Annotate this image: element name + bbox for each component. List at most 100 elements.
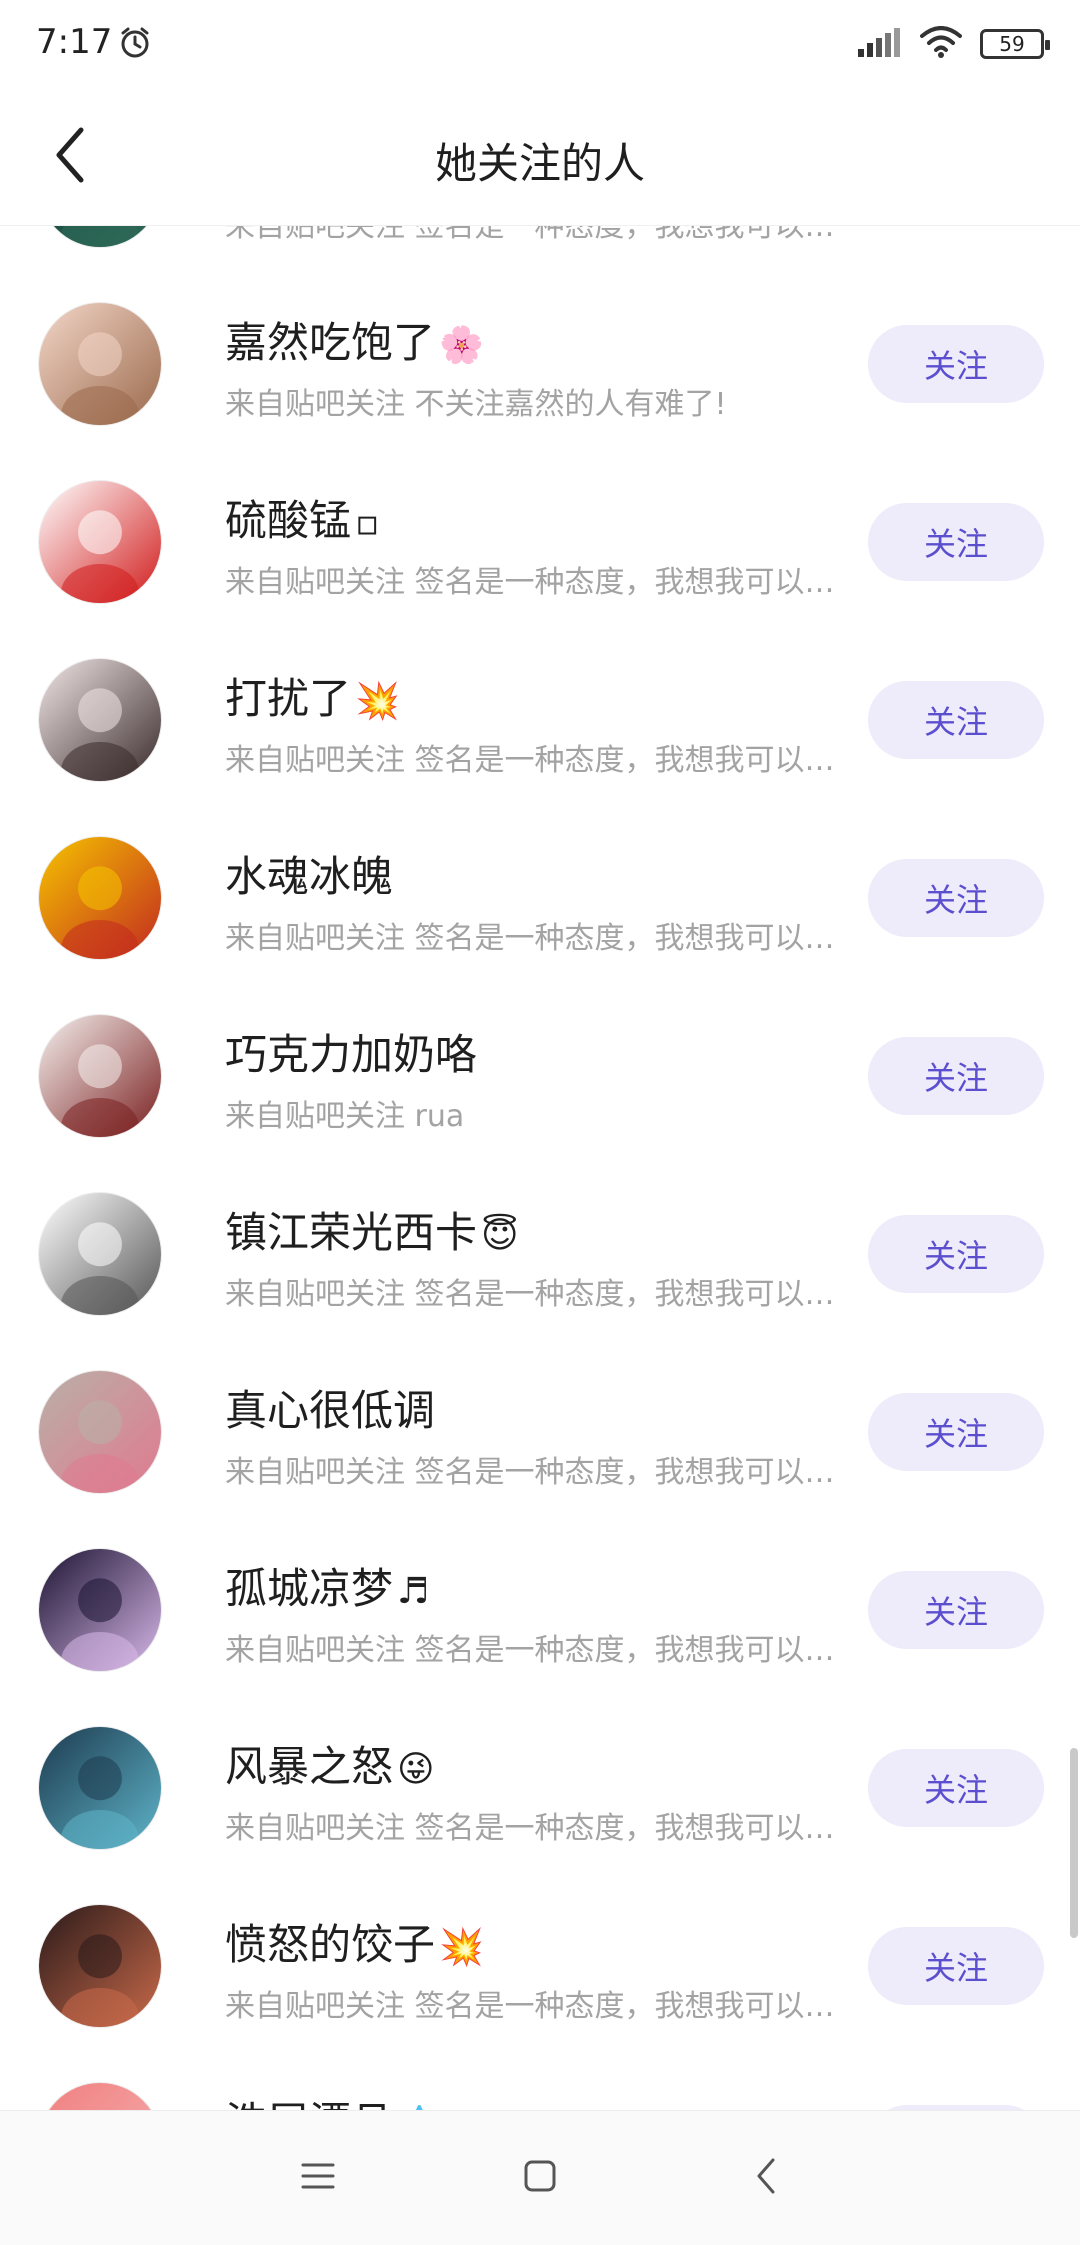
avatar[interactable] bbox=[38, 1726, 162, 1850]
user-description: 来自贴吧关注 签名是一种态度，我想我可以… bbox=[225, 1989, 835, 2024]
user-name[interactable]: 孤城凉梦 ♬ bbox=[225, 1555, 429, 1616]
avatar[interactable] bbox=[38, 480, 162, 604]
status-time: 7:17 bbox=[36, 22, 113, 62]
avatar[interactable] bbox=[38, 2082, 162, 2110]
alarm-icon bbox=[118, 26, 152, 64]
user-name-emoji: 🌸 bbox=[439, 325, 484, 366]
avatar[interactable] bbox=[38, 658, 162, 782]
user-name-text: 愤怒的饺子 bbox=[225, 1920, 436, 1969]
back-icon bbox=[757, 2158, 775, 2194]
follow-button[interactable]: 关注 bbox=[868, 1571, 1044, 1649]
user-name[interactable]: 浩尾漂旦💧 bbox=[225, 2089, 442, 2110]
user-name-emoji: 💥 bbox=[355, 681, 400, 722]
scrollbar[interactable] bbox=[1070, 1748, 1078, 1938]
follow-button[interactable]: 关注 bbox=[868, 1927, 1044, 2005]
user-name-text: 水魂冰魄 bbox=[225, 852, 394, 901]
avatar-image bbox=[39, 225, 161, 247]
avatar-image bbox=[39, 1015, 161, 1137]
list-item[interactable]: 孤城凉梦 ♬ 来自贴吧关注 签名是一种态度，我想我可以… 关注 bbox=[0, 1521, 1080, 1699]
follow-button[interactable]: 关注 bbox=[868, 1037, 1044, 1115]
follow-button[interactable]: 关注 bbox=[868, 859, 1044, 937]
avatar[interactable] bbox=[38, 1548, 162, 1672]
avatar[interactable] bbox=[38, 225, 162, 248]
user-list: 来自贴吧关注 签名是一种态度，我想我可以…关注嘉然吃饱了🌸来自贴吧关注 不关注嘉… bbox=[0, 225, 1080, 2110]
user-name[interactable]: 真心很低调 bbox=[225, 1377, 439, 1438]
user-description: 来自贴吧关注 签名是一种态度，我想我可以… bbox=[225, 1811, 835, 1846]
user-name[interactable]: 镇江荣光西卡 😇 bbox=[225, 1199, 519, 1260]
follow-button[interactable]: 关注 bbox=[868, 325, 1044, 403]
status-bar: 7:17 59 bbox=[0, 0, 1080, 90]
avatar-image bbox=[39, 1727, 161, 1849]
avatar-image bbox=[39, 2083, 161, 2110]
user-name-emoji: 💥 bbox=[439, 1927, 484, 1968]
list-item[interactable]: 风暴之怒 😜 来自贴吧关注 签名是一种态度，我想我可以… 关注 bbox=[0, 1699, 1080, 1877]
page-title: 她关注的人 bbox=[434, 139, 645, 188]
system-nav-bar bbox=[0, 2110, 1080, 2245]
avatar[interactable] bbox=[38, 1370, 162, 1494]
user-name-text: 打扰了 bbox=[225, 674, 352, 723]
user-description: 来自贴吧关注 签名是一种态度，我想我可以… bbox=[225, 1455, 835, 1490]
user-name-text: 巧克力加奶咯 bbox=[225, 1030, 478, 1079]
user-description: 来自贴吧关注 不关注嘉然的人有难了! bbox=[225, 387, 727, 422]
header: 她关注的人 bbox=[0, 90, 1080, 226]
battery-indicator: 59 bbox=[980, 29, 1050, 59]
list-item[interactable]: 愤怒的饺子 💥 来自贴吧关注 签名是一种态度，我想我可以… 关注 bbox=[0, 1877, 1080, 2055]
avatar-image bbox=[39, 1905, 161, 2027]
user-name-text: 风暴之怒 bbox=[225, 1742, 394, 1791]
list-item[interactable]: 硫酸锰 ▫ 来自贴吧关注 签名是一种态度，我想我可以… 关注 bbox=[0, 453, 1080, 631]
user-name[interactable]: 嘉然吃饱了 🌸 bbox=[225, 309, 484, 370]
avatar[interactable] bbox=[38, 1014, 162, 1138]
follow-button[interactable]: 关注 bbox=[868, 503, 1044, 581]
avatar-image bbox=[39, 1371, 161, 1493]
user-name-text: 嘉然吃饱了 bbox=[225, 318, 436, 367]
list-item[interactable]: 巧克力加奶咯来自贴吧关注 rua 关注 bbox=[0, 987, 1080, 1165]
user-name-emoji: ▫ bbox=[355, 503, 380, 544]
follow-button[interactable]: 关注 bbox=[868, 1393, 1044, 1471]
user-description: 来自贴吧关注 签名是一种态度，我想我可以… bbox=[225, 225, 835, 244]
nav-back-button[interactable] bbox=[726, 2141, 806, 2211]
user-list-viewport[interactable]: 来自贴吧关注 签名是一种态度，我想我可以…关注嘉然吃饱了🌸来自贴吧关注 不关注嘉… bbox=[0, 225, 1080, 2110]
user-description: 来自贴吧关注 rua bbox=[225, 1099, 465, 1134]
avatar-image bbox=[39, 1193, 161, 1315]
home-button[interactable] bbox=[500, 2141, 580, 2211]
avatar-image bbox=[39, 837, 161, 959]
avatar[interactable] bbox=[38, 836, 162, 960]
list-item[interactable]: 来自贴吧关注 签名是一种态度，我想我可以…关注 bbox=[0, 225, 1080, 275]
signal-icon bbox=[858, 27, 902, 61]
user-name-emoji: 😜 bbox=[397, 1749, 435, 1790]
menu-button[interactable] bbox=[278, 2141, 358, 2211]
avatar[interactable] bbox=[38, 302, 162, 426]
user-name-emoji: 😇 bbox=[481, 1215, 519, 1256]
user-name-text: 孤城凉梦 bbox=[225, 1564, 394, 1613]
status-icons: 59 bbox=[858, 26, 1050, 62]
list-item[interactable]: 水魂冰魄来自贴吧关注 签名是一种态度，我想我可以… 关注 bbox=[0, 809, 1080, 987]
list-item[interactable]: 浩尾漂旦💧关注 bbox=[0, 2055, 1080, 2110]
user-name-text: 镇江荣光西卡 bbox=[225, 1208, 478, 1257]
list-item[interactable]: 打扰了 💥 来自贴吧关注 签名是一种态度，我想我可以… 关注 bbox=[0, 631, 1080, 809]
avatar[interactable] bbox=[38, 1904, 162, 2028]
user-name-text: 硫酸锰 bbox=[225, 496, 352, 545]
user-name[interactable]: 打扰了 💥 bbox=[225, 665, 400, 726]
home-icon bbox=[524, 2160, 556, 2192]
follow-button[interactable]: 关注 bbox=[868, 1749, 1044, 1827]
user-name[interactable]: 巧克力加奶咯 bbox=[225, 1021, 481, 1082]
user-name-text: 真心很低调 bbox=[225, 1386, 436, 1435]
user-description: 来自贴吧关注 签名是一种态度，我想我可以… bbox=[225, 921, 835, 956]
wifi-icon bbox=[920, 26, 962, 62]
avatar[interactable] bbox=[38, 1192, 162, 1316]
user-name-text: 浩尾漂旦 bbox=[225, 2098, 393, 2110]
follow-button[interactable]: 关注 bbox=[868, 1215, 1044, 1293]
avatar-image bbox=[39, 659, 161, 781]
user-name[interactable]: 水魂冰魄 bbox=[225, 843, 397, 904]
list-item[interactable]: 镇江荣光西卡 😇 来自贴吧关注 签名是一种态度，我想我可以… 关注 bbox=[0, 1165, 1080, 1343]
user-name-emoji: ♬ bbox=[397, 1571, 430, 1612]
user-description: 来自贴吧关注 签名是一种态度，我想我可以… bbox=[225, 1633, 835, 1668]
follow-button[interactable]: 关注 bbox=[868, 681, 1044, 759]
user-name[interactable]: 愤怒的饺子 💥 bbox=[225, 1911, 484, 1972]
list-item[interactable]: 嘉然吃饱了 🌸 来自贴吧关注 不关注嘉然的人有难了! 关注 bbox=[0, 275, 1080, 453]
user-name[interactable]: 风暴之怒 😜 bbox=[225, 1733, 435, 1794]
list-item[interactable]: 真心很低调来自贴吧关注 签名是一种态度，我想我可以… 关注 bbox=[0, 1343, 1080, 1521]
user-name[interactable]: 硫酸锰 ▫ bbox=[225, 487, 379, 548]
avatar-image bbox=[39, 1549, 161, 1671]
menu-icon bbox=[301, 2163, 335, 2189]
